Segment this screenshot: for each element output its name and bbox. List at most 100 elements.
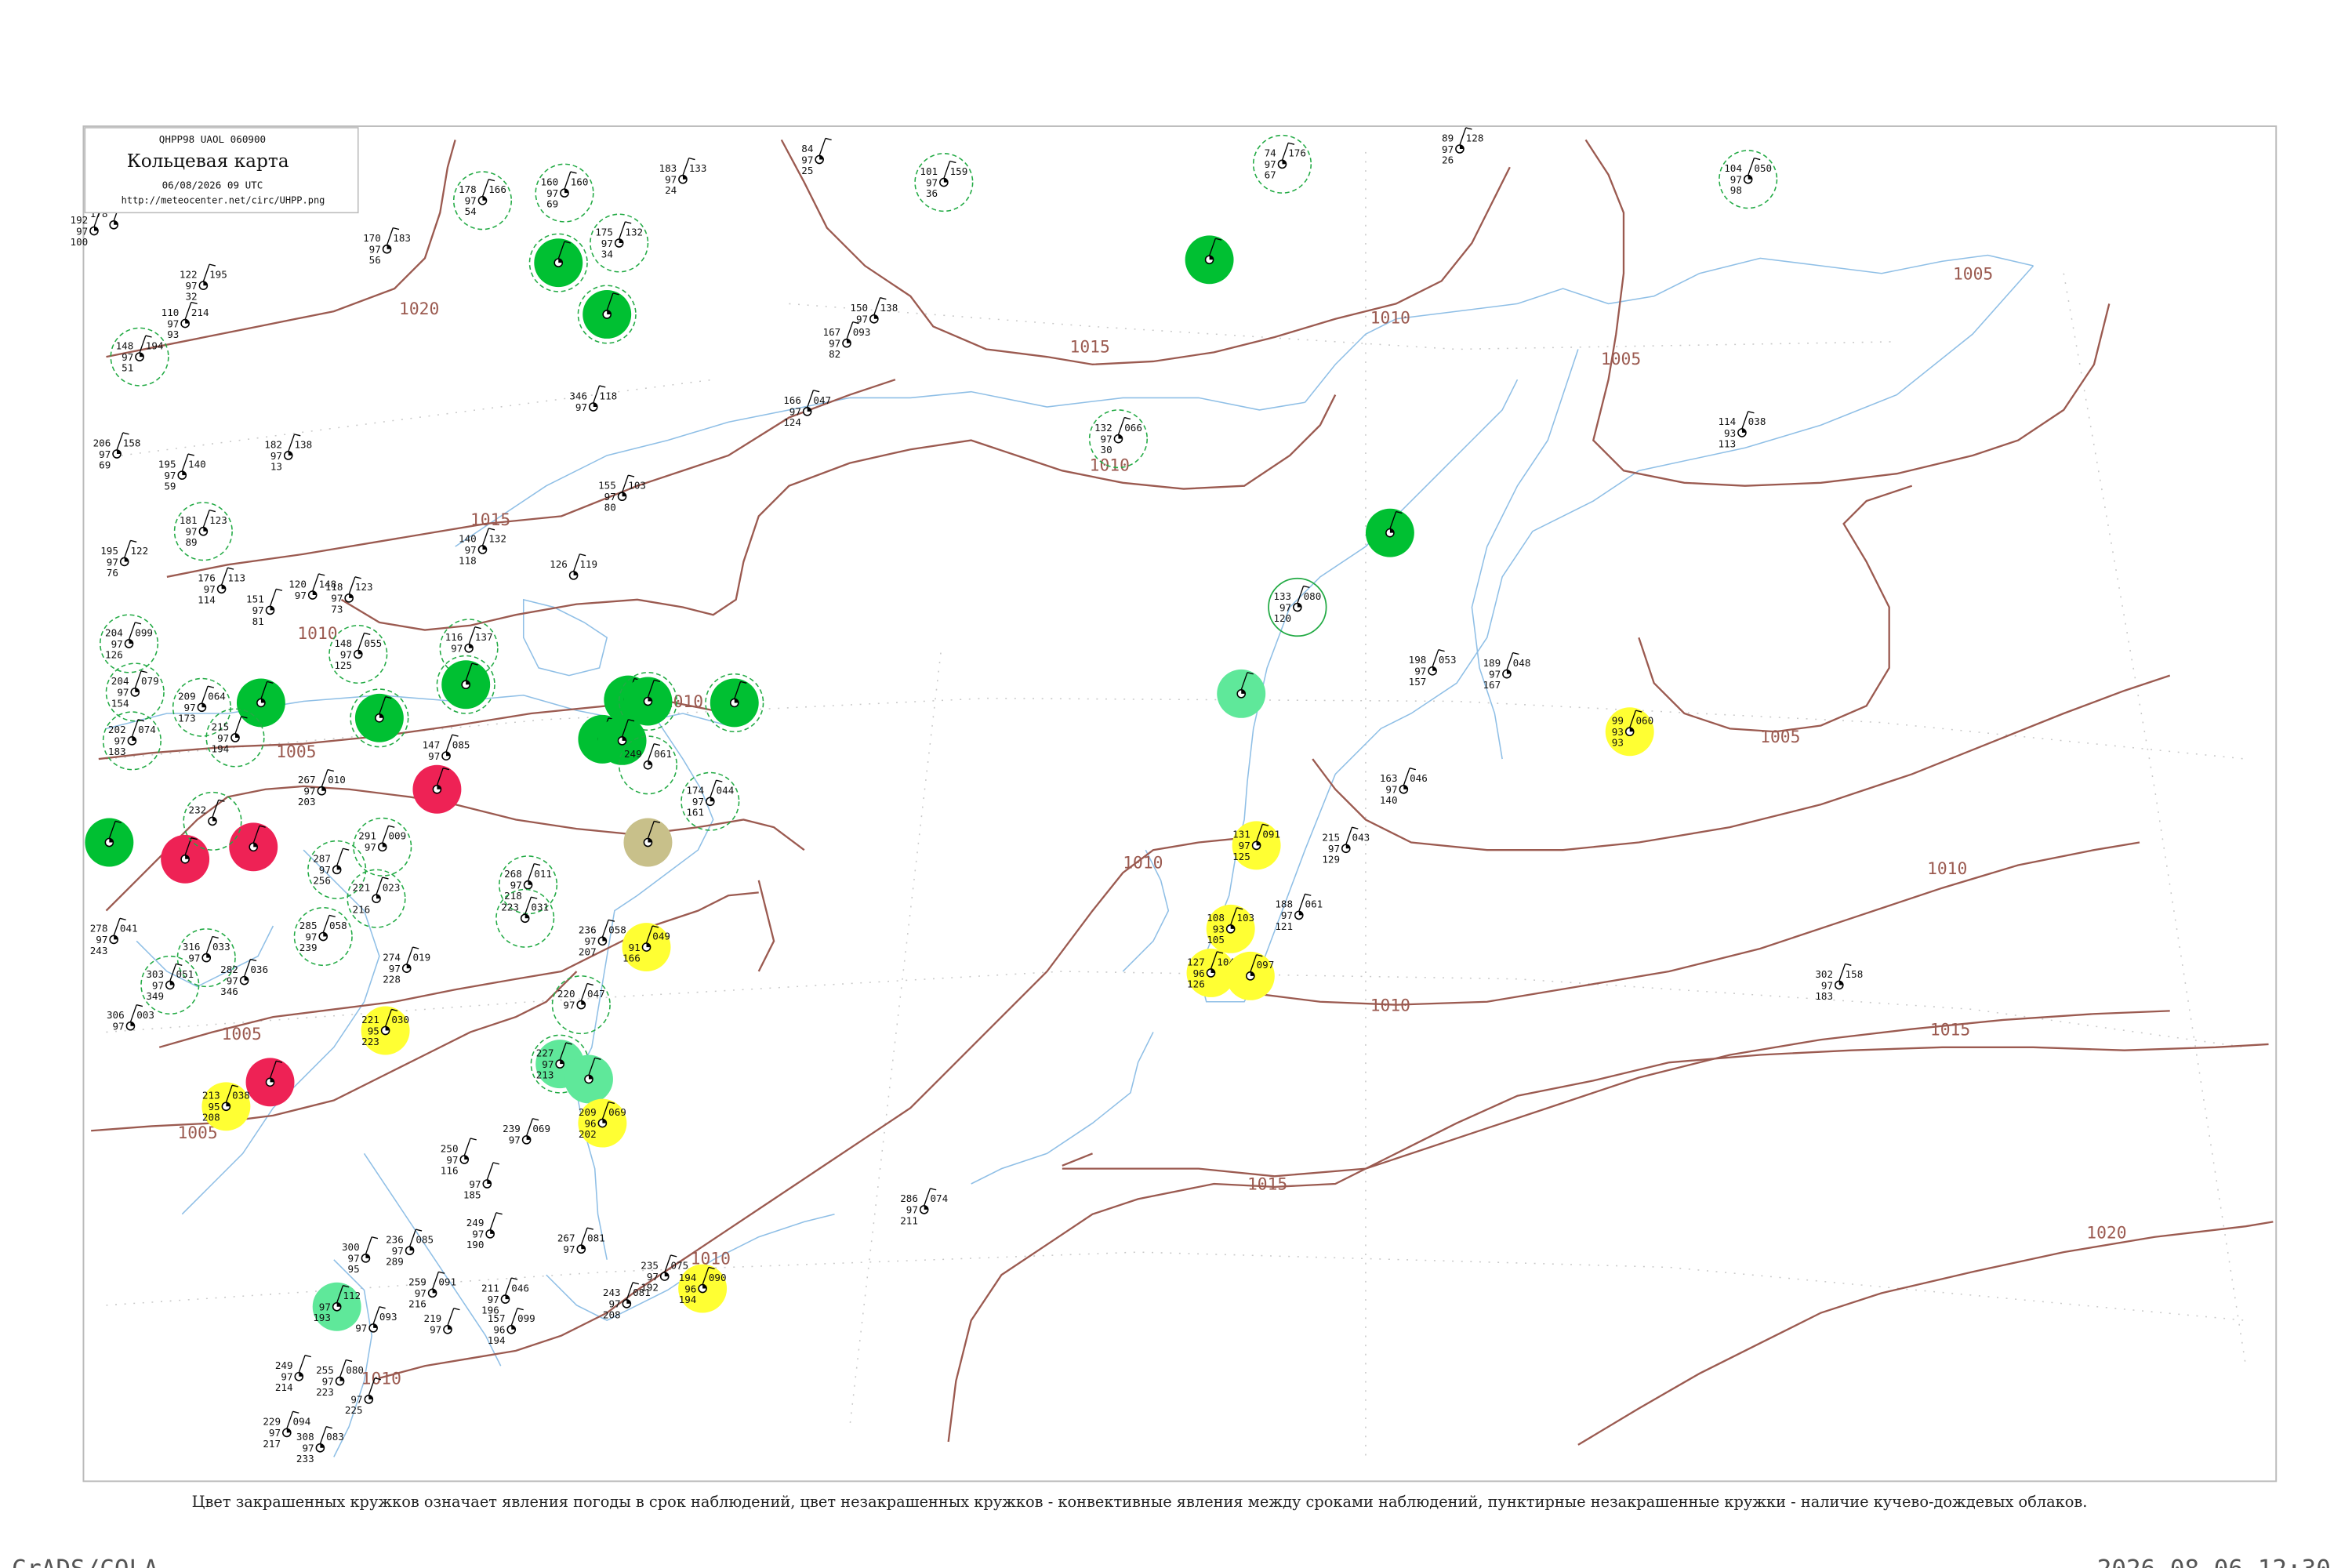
station-value: 036 [250, 964, 268, 975]
station-value: 32 [185, 291, 197, 303]
station[interactable] [229, 822, 278, 872]
station-value: 223 [316, 1386, 334, 1398]
station-value: 122 [180, 269, 198, 281]
station-value: 97 [575, 401, 587, 413]
isobar-label: 1015 [1070, 337, 1110, 357]
station-value: 285 [299, 920, 318, 931]
station-value: 048 [1513, 657, 1531, 669]
isobar-label: 1010 [1090, 456, 1130, 475]
station-value: 207 [579, 946, 597, 958]
isobar-label: 1005 [1601, 350, 1641, 369]
station-value: 346 [569, 390, 587, 401]
station[interactable] [161, 834, 210, 884]
software-credit: GrADS/COLA [12, 1555, 158, 1568]
station-value: 30 [1101, 444, 1112, 456]
station-value: 176 [198, 572, 216, 584]
station-value: 194 [679, 1272, 697, 1283]
station-value: 074 [930, 1192, 948, 1204]
station-value: 050 [1754, 162, 1772, 174]
station-value: 132 [1094, 422, 1112, 434]
station[interactable] [412, 764, 462, 814]
station[interactable]: 22195223030 [361, 1006, 410, 1055]
isobar-label: 1010 [361, 1369, 401, 1388]
station-value: 97 [295, 590, 307, 601]
station-value: 208 [603, 1308, 621, 1320]
station-value: 306 [107, 1009, 125, 1021]
isobar-label: 1010 [1927, 859, 1967, 879]
station-value: 061 [654, 748, 672, 760]
station-value: 114 [198, 594, 216, 606]
station-value: 023 [383, 881, 401, 893]
station-value: 166 [622, 952, 641, 964]
station-value: 101 [920, 165, 938, 177]
station[interactable] [564, 1054, 613, 1104]
station-value: 038 [1748, 416, 1766, 427]
station[interactable] [1217, 669, 1266, 718]
station[interactable] [1365, 508, 1414, 557]
synoptic-map: 1020 1015 1010 1005 1010 1015 1010 1005 … [12, 125, 2331, 1568]
station[interactable]: 097 [1225, 951, 1275, 1000]
station-value: 97 [188, 952, 200, 964]
station-value: 041 [120, 923, 138, 935]
station-value: 59 [164, 481, 176, 492]
station-value: 046 [1410, 772, 1428, 784]
map-title: Кольцевая карта [127, 151, 289, 172]
station-value: 151 [246, 593, 264, 605]
station-value: 267 [557, 1232, 575, 1244]
station[interactable]: 19496194090 [678, 1264, 728, 1313]
station[interactable]: 13197125091 [1232, 821, 1281, 870]
station-value: 030 [391, 1014, 409, 1025]
station-value: 202 [108, 724, 126, 735]
station-value: 140 [188, 458, 206, 470]
station-value: 170 [363, 232, 381, 244]
station-value: 122 [130, 545, 148, 557]
station-value: 158 [1846, 968, 1864, 980]
station-value: 225 [345, 1404, 363, 1416]
station[interactable]: 20996202069 [578, 1098, 627, 1148]
station[interactable] [623, 818, 673, 867]
station-value: 97 [451, 643, 463, 655]
station-value: 255 [316, 1364, 334, 1376]
station[interactable] [245, 1058, 295, 1107]
isobar-label: 1005 [222, 1025, 262, 1044]
station[interactable] [85, 818, 134, 867]
station-value: 209 [579, 1106, 597, 1118]
station-value: 198 [1409, 654, 1427, 666]
station-value: 24 [665, 184, 677, 196]
station-value: 173 [178, 713, 196, 724]
station[interactable]: 97193112 [312, 1282, 361, 1331]
station[interactable]: 21395208038 [201, 1082, 251, 1131]
station-value: 081 [633, 1287, 651, 1298]
station-value: 114 [1718, 416, 1736, 427]
station[interactable] [236, 678, 285, 728]
station-value: 213 [202, 1090, 220, 1102]
station-value: 89 [1442, 132, 1454, 143]
station-value: 138 [880, 302, 898, 314]
station-value: 038 [232, 1090, 250, 1102]
station-value: 349 [146, 990, 164, 1002]
station[interactable]: 10893105103 [1206, 904, 1255, 953]
station-value: 73 [331, 603, 343, 615]
station[interactable]: 999393060 [1605, 707, 1654, 757]
station-value: 049 [652, 930, 670, 942]
station-value: 84 [801, 143, 813, 154]
station-value: 093 [853, 326, 871, 338]
station-value: 26 [1442, 154, 1454, 165]
station[interactable]: 91166049 [622, 923, 671, 972]
station[interactable] [1185, 235, 1234, 285]
station-value: 97 [563, 1243, 575, 1255]
station-value: 95 [348, 1263, 360, 1275]
station-value: 316 [183, 941, 201, 953]
station-value: 174 [686, 785, 704, 797]
station-value: 011 [534, 868, 552, 880]
station-value: 137 [475, 631, 493, 643]
station-value: 69 [99, 459, 111, 470]
isobar-label: 1010 [1370, 309, 1410, 328]
station-value: 132 [488, 532, 506, 544]
station-value: 215 [212, 720, 230, 732]
station-value: 282 [220, 964, 238, 975]
station-value: 120 [1273, 612, 1291, 624]
station-value: 214 [191, 307, 209, 318]
station-value: 190 [466, 1239, 485, 1250]
station-value: 166 [783, 394, 801, 406]
